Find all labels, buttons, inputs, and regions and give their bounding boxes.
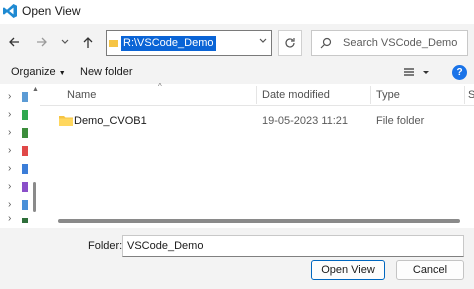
nav-tree-item[interactable]: ›: [0, 144, 38, 158]
command-bar: Organize ▼ New folder ?: [0, 62, 474, 84]
dialog-footer: Folder: VSCode_Demo Open View Cancel: [0, 228, 474, 289]
chevron-right-icon[interactable]: ›: [8, 91, 11, 102]
network-icon: [22, 200, 28, 210]
folder-field[interactable]: VSCode_Demo: [122, 235, 464, 257]
caret-down-icon: ▼: [58, 70, 66, 77]
arrow-right-icon: [37, 37, 47, 47]
nav-tree-item[interactable]: ›: [0, 108, 38, 122]
column-divider[interactable]: [370, 86, 371, 104]
new-folder-button[interactable]: New folder: [80, 66, 133, 78]
search-placeholder: Search VSCode_Demo: [343, 37, 458, 49]
folder-icon: [109, 40, 118, 47]
column-date-modified[interactable]: Date modified: [262, 89, 330, 101]
search-box[interactable]: Search VSCode_Demo: [311, 30, 468, 56]
content-area: ▲ › › › › › › › › ^ Name Date modified T…: [0, 82, 474, 228]
up-button[interactable]: [80, 32, 96, 52]
refresh-button[interactable]: [278, 30, 302, 56]
forward-button[interactable]: [34, 32, 50, 52]
horizontal-scrollbar[interactable]: [58, 219, 460, 223]
nav-tree-item[interactable]: ›: [0, 162, 38, 176]
list-view-icon: [404, 68, 429, 76]
back-button[interactable]: [6, 32, 22, 52]
music-icon: [22, 146, 28, 156]
nav-tree-item[interactable]: ›: [0, 90, 38, 104]
navigation-bar: R:\VSCode_Demo Search VSCode_Demo: [0, 24, 474, 62]
chevron-right-icon[interactable]: ›: [8, 127, 11, 138]
folder-label: Folder:: [88, 240, 123, 252]
column-divider[interactable]: [256, 86, 257, 104]
address-text[interactable]: R:\VSCode_Demo: [121, 36, 216, 51]
file-date: 19-05-2023 11:21: [262, 115, 349, 127]
chevron-right-icon[interactable]: ›: [8, 109, 11, 120]
open-view-button[interactable]: Open View: [311, 260, 385, 280]
nav-tree-item[interactable]: ›: [0, 126, 38, 140]
column-name[interactable]: Name: [67, 89, 96, 101]
file-name: Demo_CVOB1: [74, 115, 147, 127]
download-icon: [22, 128, 28, 138]
address-bar[interactable]: R:\VSCode_Demo: [106, 30, 272, 56]
chevron-right-icon[interactable]: ›: [8, 145, 11, 156]
share-icon: [22, 110, 28, 120]
column-divider[interactable]: [464, 86, 465, 104]
help-button[interactable]: ?: [452, 65, 467, 80]
chevron-right-icon[interactable]: ›: [8, 163, 11, 174]
chevron-down-icon[interactable]: [259, 38, 267, 44]
drive-icon: [22, 218, 28, 223]
navigation-pane[interactable]: ▲ › › › › › › › ›: [0, 84, 39, 228]
videos-icon: [22, 182, 28, 192]
vscode-icon: [3, 4, 17, 18]
recent-locations-button[interactable]: [58, 32, 72, 52]
column-type[interactable]: Type: [376, 89, 400, 101]
search-icon: [320, 37, 332, 49]
nav-tree-item[interactable]: ›: [0, 212, 38, 226]
vertical-scrollbar[interactable]: [33, 182, 36, 212]
column-size[interactable]: S: [468, 89, 474, 101]
column-headers: ^ Name Date modified Type S: [40, 82, 474, 106]
arrow-up-icon: [83, 36, 93, 48]
drive-icon: [22, 92, 28, 102]
title-bar: Open View: [0, 0, 474, 24]
refresh-icon: [285, 38, 295, 48]
view-options-button[interactable]: [404, 68, 430, 81]
chevron-down-icon: [61, 39, 69, 44]
arrow-left-icon: [9, 37, 19, 47]
organize-menu[interactable]: Organize ▼: [11, 66, 66, 78]
pictures-icon: [22, 164, 28, 174]
folder-icon: [59, 116, 73, 126]
chevron-right-icon[interactable]: ›: [8, 181, 11, 192]
organize-label: Organize: [11, 66, 56, 78]
file-type: File folder: [376, 115, 425, 127]
chevron-right-icon[interactable]: ›: [8, 199, 11, 210]
cancel-button[interactable]: Cancel: [396, 260, 464, 280]
chevron-right-icon[interactable]: ›: [8, 213, 11, 224]
file-list[interactable]: ^ Name Date modified Type S Demo_CVOB1 1…: [40, 82, 474, 228]
sort-ascending-icon: ^: [158, 82, 162, 91]
file-row[interactable]: Demo_CVOB1 19-05-2023 11:21 File folder: [40, 112, 474, 130]
window-title: Open View: [22, 4, 81, 18]
